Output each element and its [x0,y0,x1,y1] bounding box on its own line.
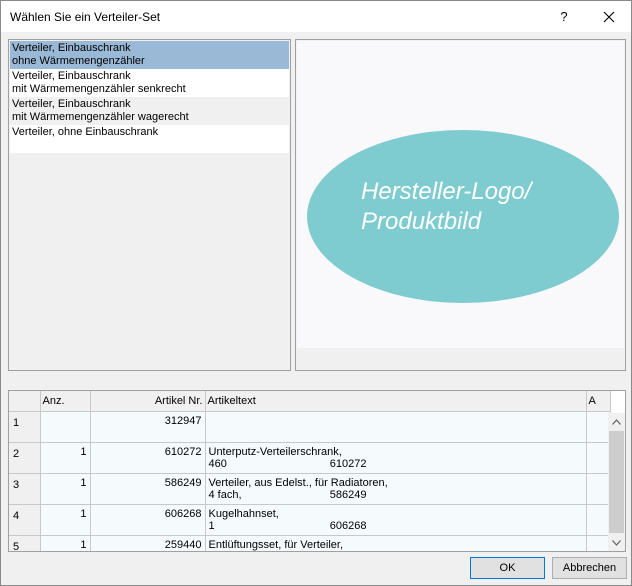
table-row[interactable]: 5 1 259440 Entlüftungsset, für Verteiler… [9,535,611,551]
table-header-row: Anz. Artikel Nr. Artikeltext A [9,391,611,412]
close-button[interactable] [591,1,627,32]
chevron-down-icon [612,539,621,546]
cell-artikel-nr[interactable]: 312947 [90,411,206,443]
col-header-rownum[interactable] [9,391,41,412]
cell-a[interactable] [586,473,611,505]
artikeltext-qualifier: 460 [208,457,227,470]
scroll-down-button[interactable] [608,534,625,551]
row-number: 3 [9,473,41,505]
list-item[interactable]: Verteiler, Einbauschrank mit Wärmemengen… [10,69,289,97]
help-icon: ? [560,9,568,24]
preview-line1: Hersteller-Logo/ [361,178,532,205]
cell-artikeltext[interactable]: Entlüftungsset, für Verteiler, [205,535,587,551]
cell-artikel-nr[interactable]: 606268 [90,504,206,536]
help-button[interactable]: ? [549,1,579,32]
cell-artikeltext[interactable]: Kugelhahnset, 1 606268 [205,504,587,536]
row-number: 5 [9,535,41,551]
preview-placeholder-text: Hersteller-Logo/ Produktbild [361,177,531,237]
col-header-a[interactable]: A [586,391,611,412]
cell-artikel-nr[interactable]: 610272 [90,442,206,474]
verteiler-set-list[interactable]: Verteiler, Einbauschrank ohne Wärmemenge… [8,39,291,371]
artikeltext-line1: Kugelhahnset, [208,507,279,520]
cell-anz[interactable]: 1 [40,473,91,505]
list-item-line1: Verteiler, ohne Einbauschrank [12,126,159,138]
close-icon [603,11,615,22]
artikeltext-line1: Unterputz-Verteilerschrank, [208,445,342,458]
artikeltext-line1: Entlüftungsset, für Verteiler, [208,538,344,551]
cell-artikel-nr[interactable]: 259440 [90,535,206,551]
artikeltext-qualifier: 4 fach, [208,488,242,501]
verteiler-set-dialog: Wählen Sie ein Verteiler-Set ? Verteiler… [0,0,632,586]
table-row[interactable]: 1 312947 [9,411,611,443]
cell-artikeltext[interactable]: Verteiler, aus Edelst., für Radiatoren, … [205,473,587,505]
list-item-line2: mit Wärmemengenzähler senkrecht [12,83,186,95]
list-item[interactable]: Verteiler, Einbauschrank ohne Wärmemenge… [10,41,289,69]
product-preview: Hersteller-Logo/ Produktbild [295,39,626,371]
list-item-line2: ohne Wärmemengenzähler [12,55,145,67]
article-table: Anz. Artikel Nr. Artikeltext A 1 312947 [8,390,626,552]
col-header-artikel-nr[interactable]: Artikel Nr. [90,391,206,412]
scroll-thumb[interactable] [609,431,624,533]
table-vertical-scrollbar[interactable] [608,413,625,551]
artikeltext-number: 610272 [329,457,367,470]
cell-a[interactable] [586,442,611,474]
list-item-line2: mit Wärmemengenzähler wagerecht [12,111,189,123]
cell-anz[interactable]: 1 [40,535,91,551]
artikeltext-line1: Verteiler, aus Edelst., für Radiatoren, [208,476,388,489]
scroll-up-button[interactable] [608,413,625,430]
cell-artikeltext[interactable] [205,411,587,443]
window-title: Wählen Sie ein Verteiler-Set [10,10,161,24]
list-item[interactable]: Verteiler, Einbauschrank mit Wärmemengen… [10,97,289,125]
row-number: 4 [9,504,41,536]
col-header-artikeltext[interactable]: Artikeltext [205,391,587,412]
table-row[interactable]: 2 1 610272 Unterputz-Verteilerschrank, 4… [9,442,611,474]
cell-artikeltext[interactable]: Unterputz-Verteilerschrank, 460 610272 [205,442,587,474]
cell-anz[interactable]: 1 [40,442,91,474]
preview-canvas: Hersteller-Logo/ Produktbild [297,41,624,348]
artikeltext-line2: 4 fach, 586249 [209,489,367,501]
list-item-line1: Verteiler, Einbauschrank [12,70,131,82]
cell-a[interactable] [586,535,611,551]
cell-anz[interactable]: 1 [40,504,91,536]
table-row[interactable]: 4 1 606268 Kugelhahnset, 1 606268 [9,504,611,536]
preview-line2: Produktbild [361,208,482,235]
artikeltext-qualifier: 1 [208,519,215,532]
row-number: 1 [9,411,41,443]
artikeltext-line2: 1 606268 [209,520,367,532]
list-item-line1: Verteiler, Einbauschrank [12,42,131,54]
row-number: 2 [9,442,41,474]
cell-artikel-nr[interactable]: 586249 [90,473,206,505]
cancel-button[interactable]: Abbrechen [552,557,627,579]
artikeltext-line2: 460 610272 [209,458,367,470]
cell-a[interactable] [586,411,611,443]
artikeltext-number: 606268 [329,519,367,532]
artikeltext-number: 586249 [329,488,367,501]
chevron-up-icon [612,418,621,425]
list-item[interactable]: Verteiler, ohne Einbauschrank [10,125,289,153]
cell-a[interactable] [586,504,611,536]
cell-anz[interactable] [40,411,91,443]
table-row[interactable]: 3 1 586249 Verteiler, aus Edelst., für R… [9,473,611,505]
list-item-line1: Verteiler, Einbauschrank [12,98,131,110]
title-bar: Wählen Sie ein Verteiler-Set ? [1,1,631,32]
ok-button[interactable]: OK [470,557,545,579]
col-header-anz[interactable]: Anz. [40,391,91,412]
